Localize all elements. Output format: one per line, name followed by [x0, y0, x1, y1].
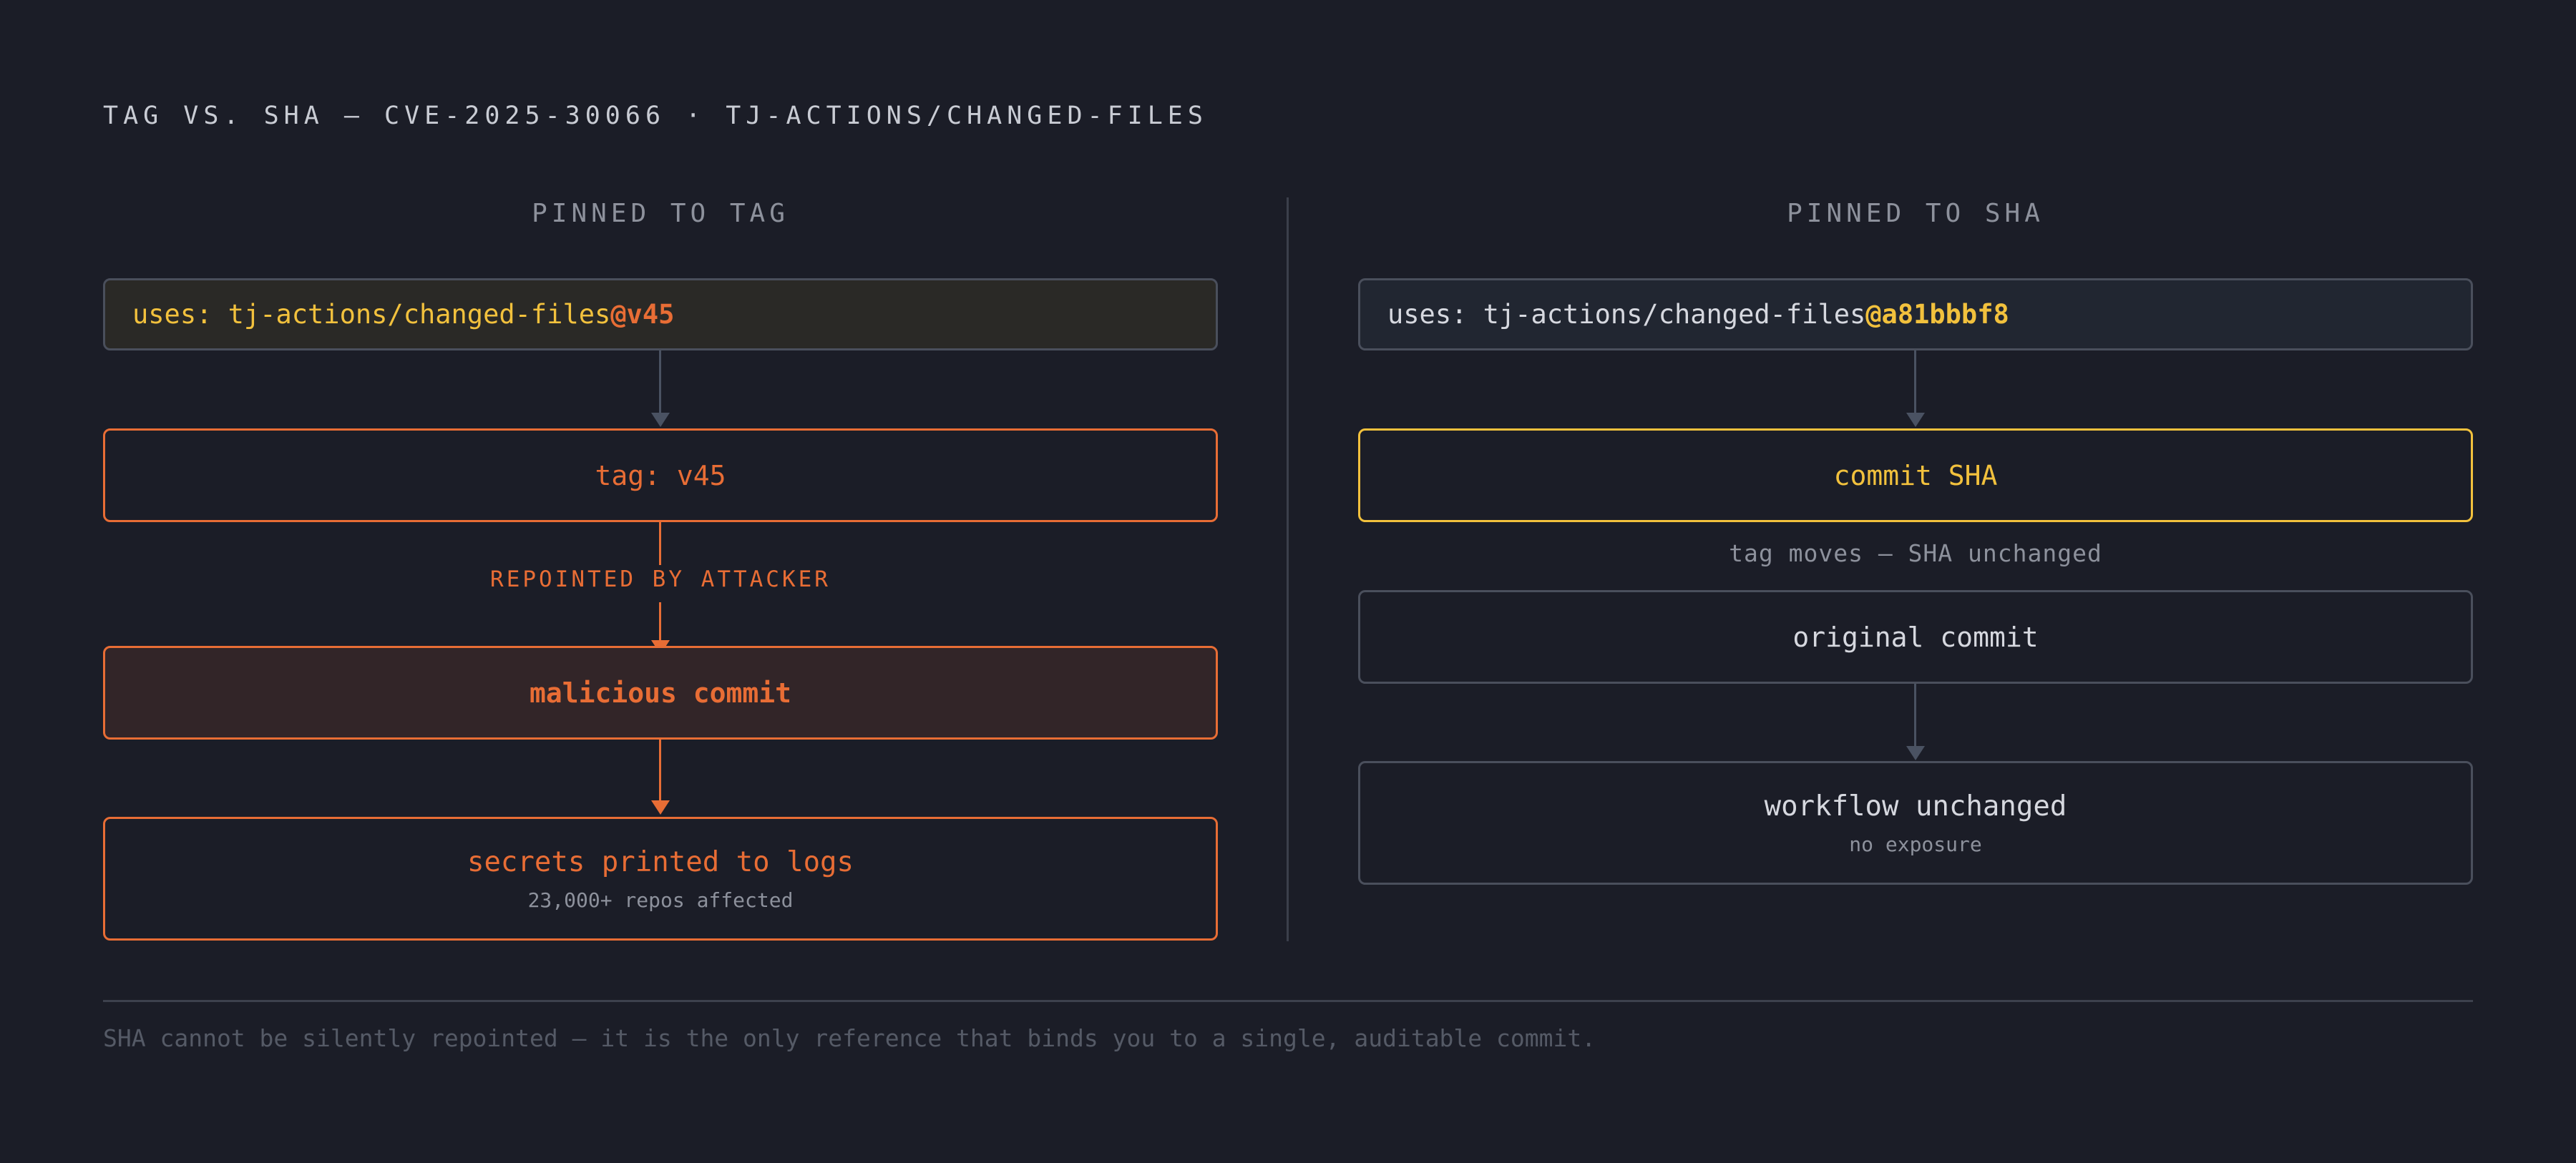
repointed-label: REPOINTED BY ATTACKER — [490, 566, 831, 592]
secrets-box: secrets printed to logs 23,000+ repos af… — [103, 817, 1218, 941]
tag-moves-note: tag moves — SHA unchanged — [1729, 539, 2102, 567]
footer-text: SHA cannot be silently repointed — it is… — [103, 1024, 1596, 1052]
malicious-commit-label: malicious commit — [529, 677, 792, 709]
right-connector-2 — [1914, 684, 1916, 747]
secrets-sub: 23,000+ repos affected — [527, 888, 794, 912]
left-uses-box: uses: tj-actions/changed-files@v45 — [103, 278, 1218, 350]
right-connector-1 — [1914, 350, 1916, 413]
secrets-label: secrets printed to logs — [467, 845, 854, 878]
left-connector-1 — [659, 350, 661, 413]
original-commit-label: original commit — [1792, 621, 2039, 653]
workflow-label: workflow unchanged — [1764, 790, 2067, 823]
right-column-heading: PINNED TO SHA — [1787, 199, 2044, 228]
workflow-sub: no exposure — [1849, 832, 1982, 856]
left-arrow-3 — [651, 800, 670, 815]
right-uses-prefix: uses: tj-actions/changed-files — [1387, 299, 1866, 330]
right-uses-ref: @a81bbbf8 — [1865, 299, 2009, 330]
commit-sha-label: commit SHA — [1833, 459, 1998, 491]
commit-sha-box: commit SHA — [1358, 428, 2473, 522]
left-arrow-1 — [651, 413, 670, 427]
right-arrow-1 — [1906, 413, 1925, 427]
column-divider — [1287, 197, 1289, 941]
original-commit-box: original commit — [1358, 590, 2473, 684]
left-connector-3 — [659, 740, 661, 801]
tag-box: tag: v45 — [103, 428, 1218, 522]
tag-label: tag: v45 — [595, 459, 726, 491]
diagram-title: TAG VS. SHA — CVE-2025-30066 · TJ-ACTION… — [103, 102, 1208, 130]
left-connector-2a — [659, 522, 661, 565]
left-connector-2b — [659, 602, 661, 641]
right-arrow-2 — [1906, 746, 1925, 760]
left-column-heading: PINNED TO TAG — [532, 199, 789, 228]
right-uses-box: uses: tj-actions/changed-files@a81bbbf8 — [1358, 278, 2473, 350]
left-uses-prefix: uses: tj-actions/changed-files — [132, 299, 611, 330]
footer-rule — [103, 1000, 2473, 1002]
workflow-box: workflow unchanged no exposure — [1358, 761, 2473, 885]
left-uses-ref: @v45 — [610, 299, 675, 330]
malicious-commit-box: malicious commit — [103, 646, 1218, 740]
